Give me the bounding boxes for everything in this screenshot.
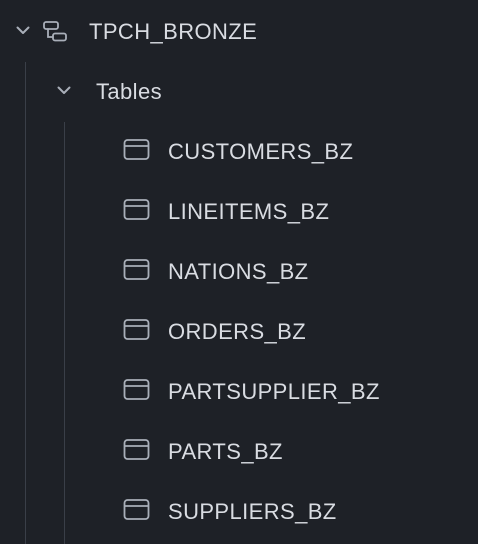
object-explorer-tree: TPCH_BRONZE Tables CUSTOMERS_BZ LINEITEM… — [0, 0, 478, 544]
tree-item-table[interactable]: NATIONS_BZ — [0, 242, 478, 302]
table-label: ORDERS_BZ — [168, 319, 307, 344]
table-label: PARTS_BZ — [168, 439, 283, 464]
table-icon — [123, 378, 151, 407]
tree-item-table[interactable]: CUSTOMERS_BZ — [0, 122, 478, 182]
tree-item-table[interactable]: PARTSUPPLIER_BZ — [0, 362, 478, 422]
table-icon — [123, 438, 151, 467]
table-icon — [123, 258, 151, 287]
table-label: CUSTOMERS_BZ — [168, 139, 354, 164]
table-label: LINEITEMS_BZ — [168, 199, 330, 224]
table-label: NATIONS_BZ — [168, 259, 309, 284]
chevron-down-icon[interactable] — [55, 81, 73, 99]
folder-label: Tables — [96, 79, 162, 104]
table-icon — [123, 198, 151, 227]
table-icon — [123, 498, 151, 527]
table-icon — [123, 138, 151, 167]
tree-item-table[interactable]: ORDERS_BZ — [0, 302, 478, 362]
tree-item-table[interactable]: LINEITEMS_BZ — [0, 182, 478, 242]
table-label: PARTSUPPLIER_BZ — [168, 379, 380, 404]
tree-item-table[interactable]: PARTS_BZ — [0, 422, 478, 482]
table-icon — [123, 318, 151, 347]
table-label: SUPPLIERS_BZ — [168, 499, 337, 524]
tree-item-table[interactable]: SUPPLIERS_BZ — [0, 482, 478, 542]
tree-item-tables-folder[interactable]: Tables — [0, 0, 478, 122]
